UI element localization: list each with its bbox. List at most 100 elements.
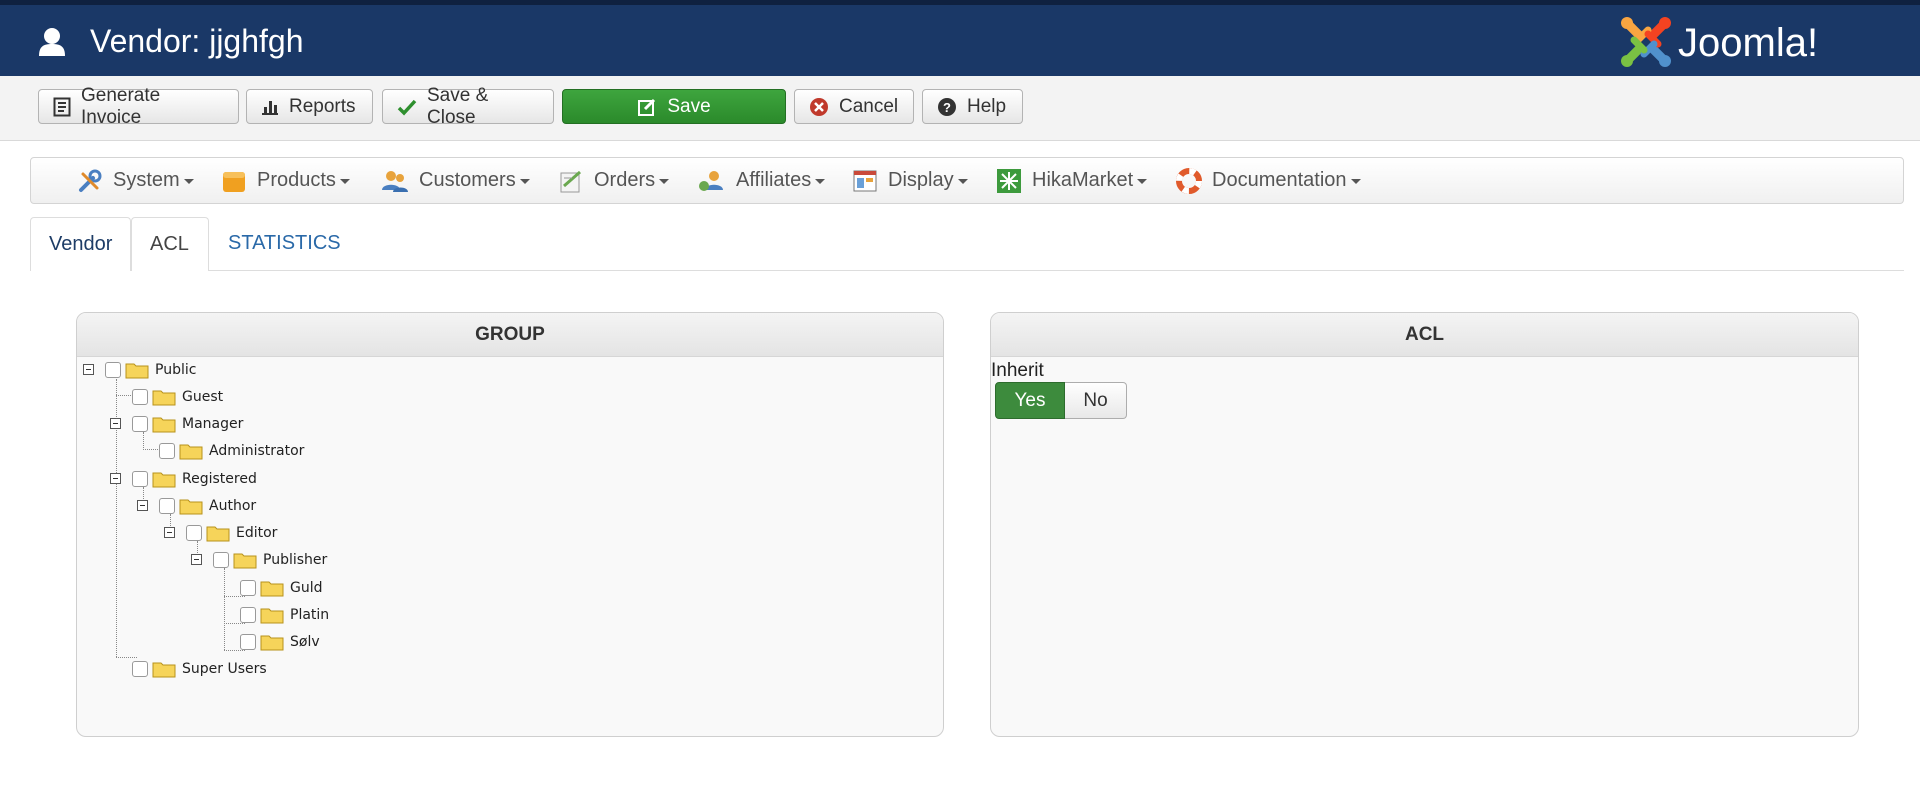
hikamarket-icon (997, 168, 1021, 193)
menu-products[interactable]: Products (221, 158, 350, 203)
caret-down-icon (339, 179, 350, 184)
collapse-toggle[interactable] (137, 500, 148, 511)
lifebuoy-icon (1176, 167, 1202, 194)
collapse-toggle[interactable] (110, 473, 121, 484)
menu-orders[interactable]: Orders (558, 158, 670, 203)
bar-chart-icon (262, 100, 278, 115)
collapse-toggle[interactable] (110, 418, 121, 429)
cancel-button[interactable]: Cancel (794, 89, 914, 124)
group-checkbox[interactable] (159, 443, 175, 459)
tree-label[interactable]: Editor (236, 525, 277, 541)
caret-down-icon (659, 179, 670, 184)
reports-label: Reports (289, 95, 356, 117)
tab-statistics[interactable]: STATISTICS (210, 217, 341, 270)
tree-label[interactable]: Guld (290, 580, 323, 596)
menu-affiliates-label: Affiliates (736, 169, 812, 191)
check-icon (397, 99, 417, 116)
tree-label[interactable]: Sølv (290, 634, 320, 650)
group-checkbox[interactable] (159, 498, 175, 514)
tree-label[interactable]: Manager (182, 416, 243, 432)
help-button[interactable]: ? Help (922, 89, 1023, 124)
tree-label[interactable]: Guest (182, 389, 223, 405)
group-checkbox[interactable] (105, 362, 121, 378)
folder-icon (152, 417, 176, 433)
tree-connector (224, 568, 225, 650)
tab-acl[interactable]: ACL (131, 217, 209, 271)
inherit-no-button[interactable]: No (1065, 382, 1127, 419)
tree-node-editor: Editor (186, 522, 277, 544)
tree-node-solv: Sølv (240, 631, 320, 653)
save-button[interactable]: Save (562, 89, 786, 124)
menu-system[interactable]: System (77, 158, 194, 203)
folder-icon (179, 499, 203, 515)
tree-label[interactable]: Public (155, 362, 196, 378)
svg-text:Joomla!: Joomla! (1678, 21, 1818, 65)
folder-icon (260, 581, 284, 597)
caret-down-icon (1137, 179, 1148, 184)
group-panel-title: GROUP (77, 313, 943, 357)
page-title: Vendor: jjghfgh (90, 23, 304, 59)
main-menu: System Products Customers Orders Affilia… (30, 157, 1904, 204)
tab-bar: Vendor ACL STATISTICS (30, 217, 1904, 271)
inherit-label: Inherit (991, 360, 1044, 381)
tab-vendor[interactable]: Vendor (30, 217, 131, 271)
tree-node-manager: Manager (132, 413, 243, 435)
menu-display-label: Display (888, 169, 954, 191)
acl-panel: ACL Inherit Yes No (990, 312, 1859, 737)
menu-documentation[interactable]: Documentation (1176, 158, 1361, 203)
menu-hikamarket[interactable]: HikaMarket (996, 158, 1148, 203)
group-checkbox[interactable] (240, 580, 256, 596)
cancel-icon (810, 97, 828, 116)
group-checkbox[interactable] (240, 607, 256, 623)
menu-display[interactable]: Display (852, 158, 968, 203)
collapse-toggle[interactable] (164, 527, 175, 538)
tree-node-public: Public (105, 359, 196, 381)
folder-icon (125, 363, 149, 379)
tree-node-author: Author (159, 495, 256, 517)
tree-node-super-users: Super Users (132, 658, 267, 680)
save-close-label: Save & Close (427, 84, 489, 128)
collapse-toggle[interactable] (191, 554, 202, 565)
menu-system-label: System (113, 169, 180, 191)
collapse-toggle[interactable] (83, 364, 94, 375)
customers-icon (382, 170, 408, 192)
group-checkbox[interactable] (132, 471, 148, 487)
group-checkbox[interactable] (186, 525, 202, 541)
group-checkbox[interactable] (213, 552, 229, 568)
save-close-button[interactable]: Save & Close (382, 85, 554, 128)
menu-affiliates[interactable]: Affiliates (698, 158, 826, 203)
tree-label[interactable]: Publisher (263, 552, 327, 568)
group-panel: GROUP Public Guest Manager Administrator… (76, 312, 944, 737)
acl-panel-title: ACL (991, 313, 1858, 357)
group-checkbox[interactable] (132, 661, 148, 677)
display-icon (853, 170, 877, 191)
group-checkbox[interactable] (132, 389, 148, 405)
caret-down-icon (183, 179, 194, 184)
menu-documentation-label: Documentation (1212, 169, 1347, 191)
group-checkbox[interactable] (132, 416, 148, 432)
caret-down-icon (957, 179, 968, 184)
tree-node-administrator: Administrator (159, 440, 304, 462)
inherit-toggle: Yes No (995, 382, 1127, 419)
generate-invoice-button[interactable]: Generate Invoice (38, 85, 239, 128)
reports-button[interactable]: Reports (246, 89, 373, 124)
folder-icon (260, 608, 284, 624)
folder-icon (206, 526, 230, 542)
menu-customers[interactable]: Customers (381, 158, 530, 203)
page-header: Vendor: jjghfgh Joomla! (0, 5, 1920, 76)
tree-label[interactable]: Registered (182, 471, 257, 487)
tree-node-publisher: Publisher (213, 549, 327, 571)
group-checkbox[interactable] (240, 634, 256, 650)
affiliates-icon (699, 170, 723, 191)
menu-products-label: Products (257, 169, 336, 191)
tree-label[interactable]: Platin (290, 607, 329, 623)
tree-label[interactable]: Author (209, 498, 256, 514)
toolbar: Generate Invoice Reports Save & Close Sa… (0, 76, 1920, 141)
joomla-logo: Joomla! (1618, 11, 1898, 73)
inherit-yes-button[interactable]: Yes (995, 382, 1065, 419)
tree-label[interactable]: Administrator (209, 443, 304, 459)
cancel-label: Cancel (839, 95, 899, 117)
folder-icon (152, 472, 176, 488)
help-label: Help (967, 95, 1007, 117)
tree-label[interactable]: Super Users (182, 661, 267, 677)
